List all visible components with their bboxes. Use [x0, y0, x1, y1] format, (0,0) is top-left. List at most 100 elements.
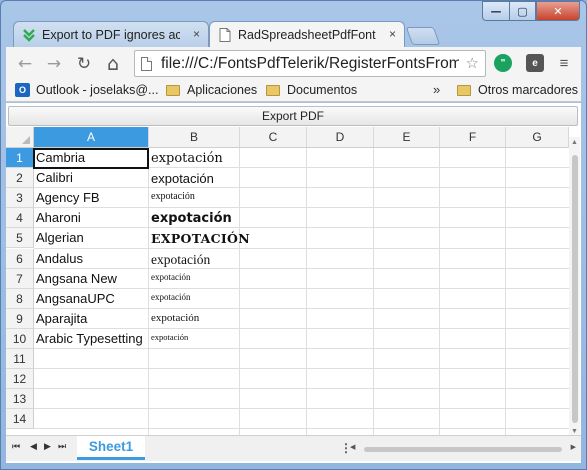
column-header[interactable]: C — [240, 127, 307, 148]
bookmark-label: Aplicaciones — [187, 83, 258, 97]
row-header[interactable]: 3 — [6, 188, 34, 209]
row-header[interactable]: 7 — [6, 268, 34, 289]
hangouts-icon[interactable]: " — [494, 54, 512, 72]
row-header[interactable]: 9 — [6, 308, 34, 329]
grid-line — [34, 368, 569, 370]
cell-font-name[interactable]: Arabic Typesetting — [36, 331, 143, 346]
bookmark-outlook[interactable]: O Outlook - joselaks@... — [15, 83, 158, 97]
select-all-corner[interactable] — [6, 127, 34, 148]
bookmark-label: Documentos — [287, 83, 358, 97]
cell-sample-text[interactable]: EXPOTACIÓN — [151, 231, 250, 246]
cell-sample-text[interactable]: expotación — [151, 151, 223, 166]
row-header[interactable]: 2 — [6, 168, 34, 189]
reload-button[interactable]: ↻ — [73, 53, 95, 75]
cell-font-name[interactable]: AngsanaUPC — [36, 291, 115, 306]
prev-sheet-icon[interactable]: ◀ — [30, 442, 37, 452]
column-header[interactable]: B — [149, 127, 240, 148]
scroll-thumb[interactable] — [364, 447, 562, 452]
next-sheet-icon[interactable]: ▶ — [44, 442, 51, 452]
column-header[interactable]: E — [374, 127, 440, 148]
close-window-button[interactable]: ✕ — [536, 1, 580, 21]
scroll-left-arrow-icon[interactable]: ◀ — [350, 443, 355, 451]
grid-line — [439, 148, 440, 447]
bookmark-otros-marcadores[interactable]: Otros marcadores — [457, 83, 578, 97]
horizontal-scrollbar[interactable]: ◀ ▶ — [350, 443, 576, 453]
cell-sample-text[interactable]: expotación — [151, 211, 232, 226]
cell-sample-text[interactable]: expotación — [151, 171, 214, 186]
cell-sample-text[interactable]: expotación — [151, 332, 188, 342]
column-header[interactable]: A — [34, 127, 149, 148]
bookmark-star-icon[interactable]: ☆ — [466, 54, 479, 72]
bookmark-documentos[interactable]: Documentos — [266, 83, 357, 97]
row-header[interactable]: 6 — [6, 248, 34, 269]
row-header[interactable]: 10 — [6, 328, 34, 349]
grid-line — [34, 327, 569, 329]
cell-font-name[interactable]: Aharoni — [36, 210, 81, 225]
scroll-thumb[interactable] — [572, 155, 578, 423]
url-text[interactable]: file:///C:/FontsPdfTelerik/RegisterFonts… — [161, 55, 459, 73]
page-content: Export PDF ABCDEFG 1 2 3 4 5 6 7 8 9 10 11 12 13 14 C… — [6, 103, 581, 463]
scroll-right-arrow-icon[interactable]: ▶ — [571, 443, 576, 451]
cell-sample-text[interactable]: expotación — [151, 292, 191, 302]
row-header[interactable]: 8 — [6, 288, 34, 309]
document-icon — [219, 28, 231, 42]
home-button[interactable]: ⌂ — [102, 53, 124, 75]
export-pdf-button[interactable]: Export PDF — [8, 106, 578, 126]
scroll-up-arrow-icon[interactable]: ▲ — [571, 139, 578, 146]
browser-window: — ▢ ✕ Export to PDF ignores acc × RadSpr… — [0, 0, 587, 470]
bookmarks-overflow-chevron[interactable]: » — [433, 82, 440, 97]
bookmark-label: Outlook - joselaks@... — [36, 83, 159, 97]
cell-sample-text[interactable]: expotación — [151, 191, 195, 202]
grid-line — [306, 148, 307, 447]
cell-font-name[interactable]: Andalus — [36, 251, 83, 266]
cell-font-name[interactable]: Angsana New — [36, 271, 117, 286]
new-tab-button[interactable] — [405, 27, 441, 45]
column-header[interactable]: D — [307, 127, 374, 148]
cell-sample-text[interactable]: expotación — [151, 272, 191, 282]
row-header[interactable]: 1 — [6, 148, 34, 169]
tab-label: RadSpreadsheetPdfFontsE — [238, 28, 376, 42]
grid-line — [34, 247, 569, 249]
cell-font-name[interactable]: Calibri — [36, 170, 73, 185]
first-sheet-icon[interactable]: ⏮ — [12, 442, 20, 452]
tab-label: Export to PDF ignores acc — [42, 28, 180, 42]
scroll-down-arrow-icon[interactable]: ▼ — [571, 428, 578, 435]
browser-toolbar: ← → ↻ ⌂ file:///C:/FontsPdfTelerik/Regis… — [6, 47, 581, 80]
bookmark-label: Otros marcadores — [478, 83, 579, 97]
minimize-button[interactable]: — — [482, 1, 509, 21]
address-bar[interactable]: file:///C:/FontsPdfTelerik/RegisterFonts… — [134, 50, 486, 77]
bookmark-aplicaciones[interactable]: Aplicaciones — [166, 83, 257, 97]
column-header[interactable]: G — [506, 127, 569, 148]
grid-line — [373, 148, 374, 447]
row-header[interactable]: 11 — [6, 349, 34, 370]
maximize-button[interactable]: ▢ — [509, 1, 536, 21]
chrome-menu-icon[interactable]: ≡ — [555, 54, 573, 72]
forward-button[interactable]: → — [43, 53, 65, 75]
tab-export-to-pdf[interactable]: Export to PDF ignores acc × — [13, 21, 209, 47]
back-button[interactable]: ← — [14, 53, 36, 75]
column-header[interactable]: F — [440, 127, 506, 148]
row-header[interactable]: 13 — [6, 389, 34, 410]
grid-line — [34, 428, 569, 430]
cell-font-name[interactable]: Agency FB — [36, 190, 100, 205]
tab-close-icon[interactable]: × — [389, 27, 396, 41]
grid-line — [148, 148, 149, 447]
last-sheet-icon[interactable]: ⏭ — [58, 442, 66, 452]
tab-radspreadsheet[interactable]: RadSpreadsheetPdfFontsE × — [209, 21, 405, 47]
row-header[interactable]: 5 — [6, 228, 34, 249]
row-header[interactable]: 4 — [6, 208, 34, 229]
row-header[interactable]: 12 — [6, 369, 34, 390]
page-icon — [141, 57, 152, 71]
sheet-tab-sheet1[interactable]: Sheet1 — [77, 436, 145, 460]
cell-font-name[interactable]: Algerian — [36, 230, 84, 245]
bookmarks-bar: O Outlook - joselaks@... Aplicaciones Do… — [6, 80, 581, 102]
row-header[interactable]: 14 — [6, 409, 34, 430]
cell-font-name[interactable]: Aparajita — [36, 311, 87, 326]
cell-sample-text[interactable]: expotación — [151, 312, 199, 324]
sheet-tab-bar: ⏮ ◀ ▶ ⏭ Sheet1 ⋮ ◀ ▶ — [6, 435, 581, 461]
vertical-scrollbar[interactable]: ▲ ▼ — [569, 137, 580, 437]
tab-close-icon[interactable]: × — [193, 27, 200, 41]
grid-line — [34, 187, 569, 189]
cell-sample-text[interactable]: expotación — [151, 252, 210, 268]
evernote-icon[interactable]: e — [526, 54, 544, 72]
